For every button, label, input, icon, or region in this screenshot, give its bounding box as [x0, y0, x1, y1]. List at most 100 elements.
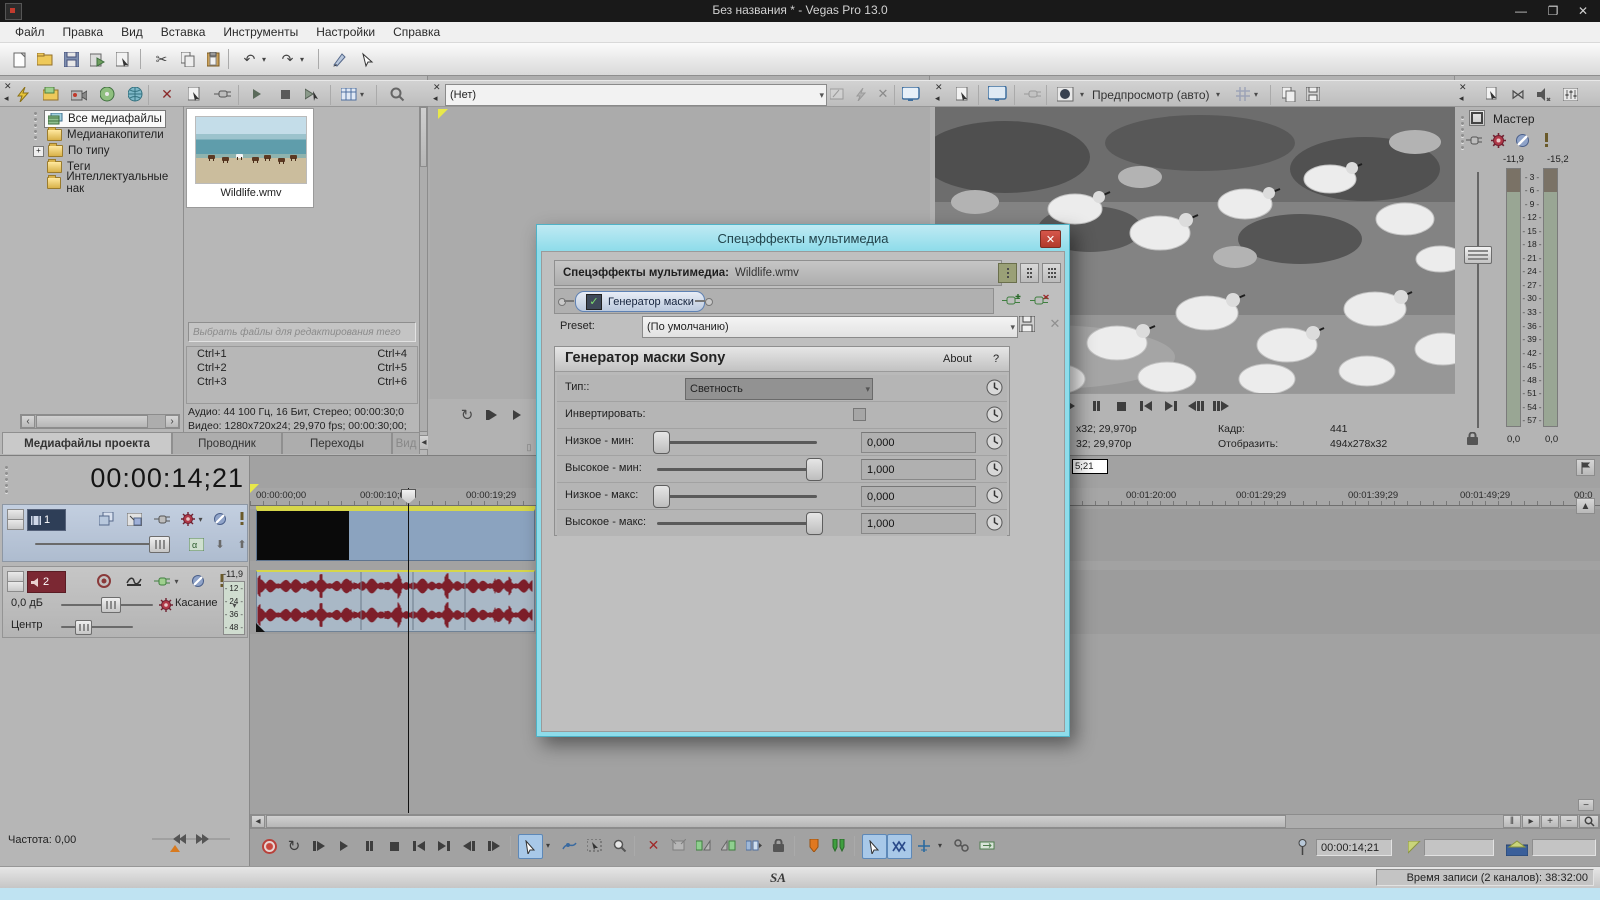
copy-frame-icon[interactable] [1278, 84, 1300, 104]
record-icon[interactable] [258, 834, 280, 858]
event-corner-handle[interactable] [256, 623, 265, 632]
enable-snapping-button[interactable] [862, 834, 887, 859]
animate-clock-icon[interactable] [986, 379, 1003, 399]
close-button[interactable]: ✕ [1568, 0, 1598, 22]
master-automation-gear-icon[interactable] [1487, 130, 1509, 150]
tree-expander-icon[interactable]: + [33, 146, 44, 157]
marker-flag-icon[interactable] [1576, 459, 1595, 476]
zoom-tool-icon[interactable] [1579, 815, 1599, 828]
vzoom-out-icon[interactable]: − [1578, 799, 1594, 811]
pan-label[interactable]: Центр [11, 619, 43, 631]
project-properties-icon[interactable] [952, 84, 974, 104]
video-fx-plug-icon[interactable] [1022, 84, 1044, 104]
arm-record-icon[interactable] [93, 571, 115, 591]
value-box[interactable]: 1,000 [861, 459, 976, 480]
tree-item-by-type[interactable]: + По типу [47, 143, 110, 159]
animate-clock-icon[interactable] [986, 406, 1003, 426]
media-play-icon[interactable] [246, 84, 268, 104]
slider-knob[interactable] [653, 431, 670, 454]
mute-track-icon[interactable] [187, 571, 209, 591]
restore-button[interactable]: ❐ [1538, 0, 1568, 22]
automation-mode-value[interactable]: Касание [175, 597, 217, 609]
dim-output-icon[interactable] [1533, 84, 1555, 104]
remove-plugin-icon[interactable] [1028, 290, 1050, 310]
loop-playback-icon[interactable]: ↻ [283, 834, 305, 858]
view-three-column-button[interactable] [1042, 263, 1061, 283]
video-event[interactable] [256, 509, 535, 561]
ignore-event-grouping-button[interactable] [950, 834, 973, 857]
type-dropdown[interactable]: Светность▾ [685, 378, 873, 400]
pin-pane-icon[interactable]: ◂ [1459, 94, 1464, 103]
edit-tool-dropdown-icon[interactable]: ▾ [542, 834, 554, 857]
volume-knob[interactable] [101, 597, 121, 613]
pin-pane-icon[interactable]: ◂ [935, 94, 940, 103]
close-pane-icon[interactable]: ✕ [433, 83, 441, 92]
stop-icon[interactable] [1110, 394, 1132, 418]
zoom-out-time-icon[interactable]: − [1560, 815, 1578, 828]
automation-gear-icon[interactable] [155, 595, 177, 615]
track-fx-plug-icon[interactable] [151, 571, 173, 591]
animate-clock-icon[interactable] [986, 514, 1003, 534]
zoom-edit-tool-button[interactable] [608, 834, 631, 857]
zoom-in-time-icon[interactable]: + [1541, 815, 1559, 828]
remove-media-icon[interactable]: ✕ [156, 84, 178, 104]
value-box[interactable]: 0,000 [861, 432, 976, 453]
pan-slider[interactable] [61, 626, 133, 628]
play-from-start-icon[interactable] [480, 405, 502, 425]
master-mute-icon[interactable] [1511, 130, 1533, 150]
tree-item-media-bins[interactable]: Медианакопители [47, 127, 164, 143]
slider-knob[interactable] [653, 485, 670, 508]
tree-item-smart-bins[interactable]: Интеллектуальные нак [47, 175, 183, 191]
view-two-column-button[interactable] [1020, 263, 1039, 283]
scroll-thumb[interactable] [266, 815, 1286, 828]
paste-icon[interactable] [202, 48, 225, 71]
tag-edit-input[interactable]: Выбрать файлы для редактирования тего [188, 322, 416, 342]
save-preset-icon[interactable] [1016, 314, 1038, 334]
normal-edit-tool-button[interactable] [518, 834, 543, 859]
fx-enabled-checkbox[interactable]: ✓ [586, 294, 602, 310]
mute-track-icon[interactable] [209, 509, 231, 529]
edit-tool-icon[interactable] [356, 48, 379, 71]
audio-track-header[interactable]: 2 ▾ -11,9 12243648 0,0 дБ Касание [2, 566, 248, 638]
go-to-end-icon[interactable] [433, 834, 455, 858]
rate-scrub-control[interactable] [146, 832, 236, 846]
make-child-icon[interactable]: ⬇ [209, 534, 231, 554]
properties-icon[interactable] [112, 48, 135, 71]
audio-track-number[interactable]: 2 [27, 571, 66, 593]
stop-icon[interactable] [383, 834, 405, 858]
auto-crossfades-button[interactable] [887, 834, 912, 859]
track-fx-plug-icon[interactable] [151, 509, 173, 529]
close-pane-icon[interactable]: ✕ [935, 83, 943, 92]
selection-tool-button[interactable] [583, 834, 606, 857]
track-motion-icon[interactable] [123, 509, 145, 529]
animate-clock-icon[interactable] [986, 433, 1003, 453]
meter-bar-left[interactable] [1506, 168, 1521, 427]
views-dropdown-icon[interactable]: ▾ [356, 84, 368, 104]
video-track-number[interactable]: 1 [27, 509, 66, 531]
cursor-time-display[interactable]: 00:00:14;21 [0, 463, 244, 494]
selection-start-box[interactable] [1424, 839, 1494, 856]
animate-clock-icon[interactable] [986, 487, 1003, 507]
media-stop-icon[interactable] [274, 84, 296, 104]
master-collapse-icon[interactable] [1469, 110, 1485, 126]
previous-frame-icon[interactable] [1185, 394, 1207, 418]
timeline-hscrollbar[interactable]: ◂ ‖ ▸ + − [250, 814, 1600, 829]
track-level-knob[interactable] [149, 536, 170, 553]
playhead-line[interactable] [408, 488, 409, 813]
master-fader-handle[interactable] [1464, 246, 1492, 264]
value-box[interactable]: 0,000 [861, 486, 976, 507]
fx-auto-icon[interactable] [850, 84, 872, 104]
fader-lock-icon[interactable] [1467, 432, 1478, 450]
previous-frame-icon[interactable] [458, 834, 480, 858]
alpha-compositing-icon[interactable]: α [185, 534, 207, 554]
capture-video-icon[interactable] [68, 84, 90, 104]
media-fx-plug-icon[interactable] [212, 84, 234, 104]
overlays-dropdown-icon[interactable]: ▾ [1250, 84, 1262, 104]
mixer-properties-icon[interactable] [1481, 84, 1503, 104]
value-box[interactable]: 1,000 [861, 513, 976, 534]
lock-envelopes-button[interactable] [767, 834, 790, 857]
media-properties-icon[interactable] [184, 84, 206, 104]
trim-event-button[interactable] [667, 834, 690, 857]
tab-video-fx[interactable]: Вид [392, 432, 420, 454]
video-output-icon[interactable] [900, 84, 922, 104]
